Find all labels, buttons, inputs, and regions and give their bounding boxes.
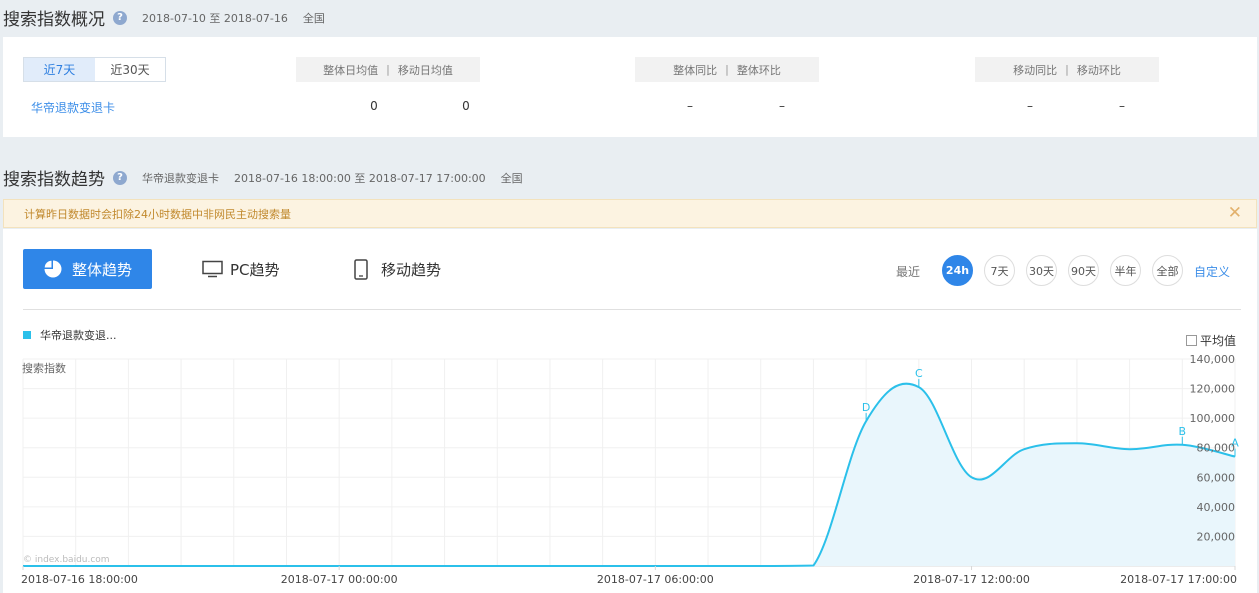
x-tick-label: 2018-07-17 12:00:00 [913, 573, 1030, 586]
overall-mom-value: – [779, 99, 785, 113]
y-tick-label: 140,000 [1190, 353, 1236, 366]
help-icon[interactable]: ? [113, 10, 127, 25]
overall-mom-label: 整体环比 [736, 63, 781, 77]
series-area [23, 383, 1235, 566]
mobile-yoy-value: – [1027, 99, 1033, 113]
range-tab-30d[interactable]: 近30天 [95, 58, 165, 81]
x-tick-label: 2018-07-16 18:00:00 [21, 573, 138, 586]
mobile-mom-label: 移动环比 [1076, 63, 1121, 77]
y-tick-label: 100,000 [1190, 412, 1236, 425]
x-tick-label: 2018-07-17 00:00:00 [281, 573, 398, 586]
overview-date-range: 2018-07-10 至 2018-07-16 [142, 11, 288, 25]
overview-card: 近7天 近30天 华帝退款变退卡 整体日均值 | 移动日均值 整体同比 | 整体… [3, 37, 1257, 137]
x-tick-label: 2018-07-17 17:00:00 [1120, 573, 1237, 586]
overall-daily-avg-value: 0 [370, 99, 378, 113]
y-tick-label: 120,000 [1190, 383, 1236, 396]
annotation-label: C [915, 367, 923, 380]
mobile-mom-value: – [1119, 99, 1125, 113]
header-separator: | [725, 63, 729, 76]
trend-chart[interactable]: DCBA 140,000120,000100,00080,00060,00040… [3, 229, 1257, 593]
overview-region: 全国 [302, 11, 325, 25]
range-tab-7d[interactable]: 近7天 [24, 58, 95, 81]
y-axis-label: 搜索指数 [22, 361, 66, 375]
trend-date-range: 2018-07-16 18:00:00 至 2018-07-17 17:00:0… [234, 171, 486, 185]
trend-header: 搜索指数趋势 ? 华帝退款变退卡 2018-07-16 18:00:00 至 2… [3, 165, 523, 190]
close-icon[interactable]: ✕ [1228, 203, 1242, 223]
y-tick-label: 80,000 [1197, 442, 1236, 455]
trend-region: 全国 [500, 171, 523, 185]
overall-yoy-value: – [687, 99, 693, 113]
trend-keyword: 华帝退款变退卡 [142, 171, 219, 185]
notice-banner: 计算昨日数据时会扣除24小时数据中非网民主动搜索量 ✕ [3, 199, 1257, 228]
overall-daily-avg-label: 整体日均值 [323, 63, 379, 77]
help-icon[interactable]: ? [113, 170, 127, 185]
header-separator: | [1065, 63, 1069, 76]
y-tick-label: 20,000 [1197, 530, 1236, 543]
mobile-daily-avg-label: 移动日均值 [397, 63, 453, 77]
annotation-label: B [1179, 425, 1187, 438]
header-separator: | [386, 63, 390, 76]
mobile-compare-header: 移动同比 | 移动环比 [975, 57, 1159, 82]
mobile-yoy-label: 移动同比 [1013, 63, 1058, 77]
trend-title: 搜索指数趋势 [3, 170, 105, 190]
range-toggle: 近7天 近30天 [23, 57, 166, 82]
keyword-link[interactable]: 华帝退款变退卡 [31, 99, 115, 116]
y-tick-label: 40,000 [1197, 501, 1236, 514]
mobile-daily-avg-value: 0 [462, 99, 470, 113]
daily-avg-header: 整体日均值 | 移动日均值 [296, 57, 480, 82]
annotation-label: D [862, 401, 870, 414]
watermark: © index.baidu.com [23, 555, 110, 565]
x-axis-ticks: 2018-07-16 18:00:00 2018-07-17 00:00:00 20… [21, 566, 1237, 586]
trend-card: 整体趋势 PC趋势 移动趋势 最近 24h 7天 30天 90天 半年 全部 自… [3, 229, 1257, 593]
y-tick-label: 60,000 [1197, 471, 1236, 484]
overall-compare-header: 整体同比 | 整体环比 [635, 57, 819, 82]
overview-header: 搜索指数概况 ? 2018-07-10 至 2018-07-16 全国 [3, 5, 325, 30]
notice-text: 计算昨日数据时会扣除24小时数据中非网民主动搜索量 [24, 207, 291, 221]
x-tick-label: 2018-07-17 06:00:00 [597, 573, 714, 586]
overall-yoy-label: 整体同比 [673, 63, 718, 77]
overview-title: 搜索指数概况 [3, 10, 105, 30]
